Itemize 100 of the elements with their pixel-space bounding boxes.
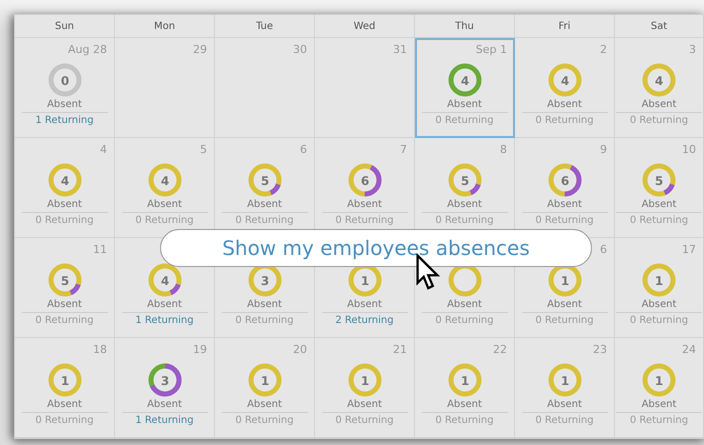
day-cell[interactable]: 31 — [315, 38, 415, 138]
absent-label: Absent — [122, 199, 208, 213]
date-label: 17 — [682, 243, 696, 256]
absent-label: Absent — [322, 399, 408, 413]
date-label: 4 — [100, 143, 107, 156]
returning-link[interactable]: 0 Returning — [435, 415, 494, 426]
absent-label: Absent — [522, 299, 608, 313]
day-cell[interactable]: 19 3 Absent 1 Returning — [115, 338, 215, 438]
returning-link[interactable]: 0 Returning — [535, 215, 594, 226]
returning-link[interactable]: 0 Returning — [630, 115, 688, 126]
absence-count: 1 — [560, 274, 569, 288]
returning-link[interactable]: 0 Returning — [235, 215, 294, 226]
returning-link[interactable]: 1 Returning — [35, 115, 94, 126]
absence-count: 4 — [654, 74, 664, 88]
absence-count: 4 — [160, 174, 169, 188]
absent-label: Absent — [616, 399, 702, 413]
returning-link[interactable]: 0 Returning — [630, 215, 688, 226]
returning-link[interactable]: 2 Returning — [335, 315, 394, 326]
returning-link[interactable]: 0 Returning — [35, 215, 94, 226]
day-cell[interactable]: 22 1 Absent 0 Returning — [415, 338, 515, 438]
date-label: 10 — [682, 143, 696, 156]
weekday-header: Sat — [615, 15, 704, 38]
returning-link[interactable]: 0 Returning — [630, 415, 688, 426]
absent-label: Absent — [522, 399, 608, 413]
absent-label: Absent — [222, 199, 308, 213]
absent-label: Absent — [322, 299, 408, 313]
date-label: 6 — [600, 243, 607, 256]
returning-link[interactable]: 0 Returning — [535, 415, 594, 426]
day-cell[interactable]: 29 — [115, 38, 215, 138]
day-cell[interactable]: 11 5 Absent 0 Returning — [15, 238, 115, 338]
weekday-header: Wed — [315, 15, 415, 38]
returning-link[interactable]: 0 Returning — [35, 315, 94, 326]
absent-label: Absent — [22, 99, 108, 113]
returning-link[interactable]: 0 Returning — [335, 415, 394, 426]
returning-link[interactable]: 1 Returning — [135, 415, 194, 426]
day-cell[interactable]: 21 1 Absent 0 Returning — [315, 338, 415, 438]
returning-link[interactable]: 0 Returning — [435, 115, 494, 126]
date-label: 8 — [500, 143, 507, 156]
absent-label: Absent — [522, 199, 608, 213]
absent-label: Absent — [422, 199, 508, 213]
weekday-header: Sun — [15, 15, 115, 38]
date-label: 6 — [300, 143, 307, 156]
absence-count: 1 — [654, 274, 664, 288]
absence-count: 6 — [560, 174, 569, 188]
absent-label: Absent — [22, 399, 108, 413]
returning-link[interactable]: 0 Returning — [235, 315, 294, 326]
returning-link[interactable]: 1 Returning — [135, 315, 194, 326]
day-cell[interactable]: Aug 28 0 Absent 1 Returning — [15, 38, 115, 138]
returning-link[interactable]: 0 Returning — [135, 215, 194, 226]
weekday-header: Thu — [415, 15, 515, 38]
absence-count: 3 — [260, 274, 269, 288]
date-label: 19 — [193, 343, 207, 356]
day-cell[interactable]: 10 5 Absent 0 Returning — [615, 138, 704, 238]
absence-count: 5 — [654, 174, 664, 188]
returning-link[interactable]: 0 Returning — [630, 315, 688, 326]
returning-link[interactable]: 0 Returning — [535, 115, 594, 126]
absent-label: Absent — [616, 199, 702, 213]
weekday-header: Fri — [515, 15, 615, 38]
absence-count: 4 — [160, 274, 169, 288]
returning-link[interactable]: 0 Returning — [235, 415, 294, 426]
absent-label: Absent — [22, 299, 108, 313]
returning-link[interactable]: 0 Returning — [35, 415, 94, 426]
show-absences-tooltip[interactable]: Show my employees absences — [160, 229, 592, 267]
day-cell[interactable]: 18 1 Absent 0 Returning — [15, 338, 115, 438]
absent-label: Absent — [616, 99, 702, 113]
absence-count: 1 — [460, 374, 469, 388]
returning-link[interactable]: 0 Returning — [335, 215, 394, 226]
absent-label: Absent — [616, 299, 702, 313]
returning-link[interactable]: 0 Returning — [535, 315, 594, 326]
date-label: 11 — [93, 243, 107, 256]
date-label: Sep 1 — [476, 43, 507, 56]
date-label: 29 — [193, 43, 207, 56]
absent-label: Absent — [522, 99, 608, 113]
absence-count: 1 — [654, 374, 664, 388]
returning-link[interactable]: 0 Returning — [435, 315, 494, 326]
absence-count: 3 — [160, 374, 169, 388]
absence-count: 1 — [560, 374, 569, 388]
day-cell[interactable]: 23 1 Absent 0 Returning — [515, 338, 615, 438]
day-cell[interactable]: 20 1 Absent 0 Returning — [215, 338, 315, 438]
returning-link[interactable]: 0 Returning — [435, 215, 494, 226]
absence-count: 1 — [360, 274, 369, 288]
date-label: 9 — [600, 143, 607, 156]
absent-label: Absent — [322, 199, 408, 213]
weekday-header: Mon — [115, 15, 215, 38]
day-cell[interactable]: 30 — [215, 38, 315, 138]
day-cell[interactable]: 17 1 Absent 0 Returning — [615, 238, 704, 338]
absent-label: Absent — [422, 399, 508, 413]
absence-count: 5 — [460, 174, 469, 188]
day-cell[interactable]: 4 4 Absent 0 Returning — [15, 138, 115, 238]
day-cell[interactable]: 24 1 Absent 0 Returning — [615, 338, 704, 438]
absence-count: 5 — [260, 174, 269, 188]
day-cell[interactable]: 3 4 Absent 0 Returning — [615, 38, 704, 138]
day-cell[interactable]: 2 4 Absent 0 Returning — [515, 38, 615, 138]
absence-count: 4 — [460, 74, 469, 88]
absent-label: Absent — [22, 199, 108, 213]
absence-count: 6 — [360, 174, 369, 188]
absent-label: Absent — [422, 99, 508, 113]
absent-label: Absent — [122, 399, 208, 413]
day-cell[interactable]: Sep 1 4 Absent 0 Returning — [415, 38, 515, 138]
date-label: 30 — [293, 43, 307, 56]
